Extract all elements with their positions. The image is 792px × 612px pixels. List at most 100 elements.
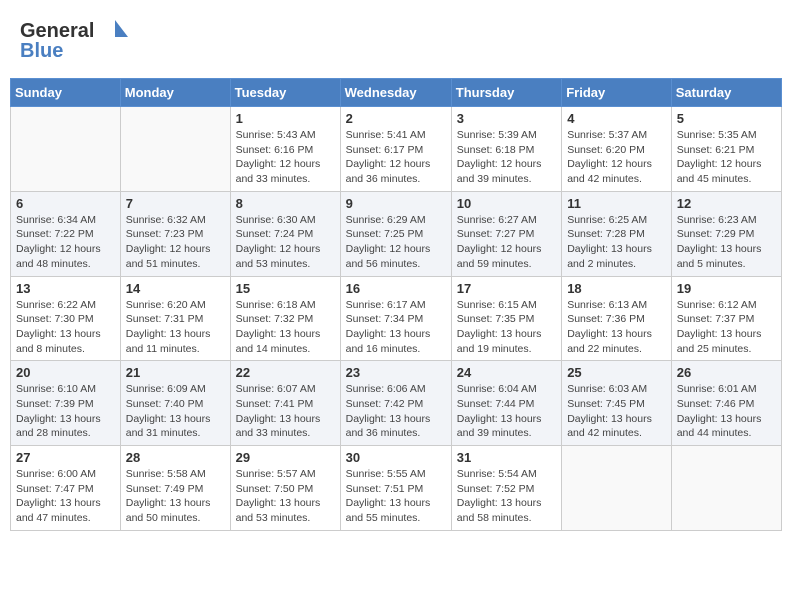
table-row: 7 Sunrise: 6:32 AM Sunset: 7:23 PM Daylig… [120,191,230,276]
day-info: Sunrise: 5:58 AM Sunset: 7:49 PM Dayligh… [126,467,225,526]
table-row: 31 Sunrise: 5:54 AM Sunset: 7:52 PM Dayli… [451,446,561,531]
day-info: Sunrise: 6:25 AM Sunset: 7:28 PM Dayligh… [567,213,666,272]
table-row [562,446,672,531]
day-number: 23 [346,365,446,380]
calendar-table: SundayMondayTuesdayWednesdayThursdayFrid… [10,78,782,531]
svg-text:General: General [20,20,94,42]
day-number: 31 [457,450,556,465]
day-info: Sunrise: 5:55 AM Sunset: 7:51 PM Dayligh… [346,467,446,526]
day-number: 9 [346,196,446,211]
day-number: 27 [16,450,115,465]
day-number: 22 [236,365,335,380]
table-row: 10 Sunrise: 6:27 AM Sunset: 7:27 PM Dayli… [451,191,561,276]
column-header-friday: Friday [562,79,672,107]
day-number: 11 [567,196,666,211]
table-row [11,107,121,192]
table-row: 4 Sunrise: 5:37 AM Sunset: 6:20 PM Daylig… [562,107,672,192]
day-info: Sunrise: 5:41 AM Sunset: 6:17 PM Dayligh… [346,128,446,187]
day-number: 26 [677,365,776,380]
day-number: 25 [567,365,666,380]
table-row: 3 Sunrise: 5:39 AM Sunset: 6:18 PM Daylig… [451,107,561,192]
table-row: 13Sunrise: 6:22 AM Sunset: 7:30 PM Dayli… [11,276,121,361]
day-info: Sunrise: 6:07 AM Sunset: 7:41 PM Dayligh… [236,382,335,441]
day-number: 18 [567,281,666,296]
day-info: Sunrise: 6:23 AM Sunset: 7:29 PM Dayligh… [677,213,776,272]
page-header: General Blue [10,10,782,70]
table-row: 30 Sunrise: 5:55 AM Sunset: 7:51 PM Dayli… [340,446,451,531]
day-info: Sunrise: 6:00 AM Sunset: 7:47 PM Dayligh… [16,467,115,526]
day-number: 5 [677,111,776,126]
day-number: 15 [236,281,335,296]
table-row: 22 Sunrise: 6:07 AM Sunset: 7:41 PM Dayli… [230,361,340,446]
day-number: 14 [126,281,225,296]
day-info: Sunrise: 5:57 AM Sunset: 7:50 PM Dayligh… [236,467,335,526]
day-number: 10 [457,196,556,211]
logo: General Blue [20,15,130,65]
table-row: 27 Sunrise: 6:00 AM Sunset: 7:47 PM Dayli… [11,446,121,531]
table-row: 1Sunrise: 5:43 AM Sunset: 6:16 PM Daylig… [230,107,340,192]
table-row: 25 Sunrise: 6:03 AM Sunset: 7:45 PM Dayli… [562,361,672,446]
day-number: 12 [677,196,776,211]
table-row: 5 Sunrise: 5:35 AM Sunset: 6:21 PM Daylig… [671,107,781,192]
table-row [120,107,230,192]
day-info: Sunrise: 6:03 AM Sunset: 7:45 PM Dayligh… [567,382,666,441]
table-row: 26 Sunrise: 6:01 AM Sunset: 7:46 PM Dayli… [671,361,781,446]
day-info: Sunrise: 6:17 AM Sunset: 7:34 PM Dayligh… [346,298,446,357]
day-number: 3 [457,111,556,126]
table-row: 9 Sunrise: 6:29 AM Sunset: 7:25 PM Daylig… [340,191,451,276]
table-row: 21Sunrise: 6:09 AM Sunset: 7:40 PM Dayli… [120,361,230,446]
day-number: 28 [126,450,225,465]
column-header-saturday: Saturday [671,79,781,107]
table-row: 29 Sunrise: 5:57 AM Sunset: 7:50 PM Dayli… [230,446,340,531]
day-number: 20 [16,365,115,380]
day-number: 30 [346,450,446,465]
table-row [671,446,781,531]
day-info: Sunrise: 6:29 AM Sunset: 7:25 PM Dayligh… [346,213,446,272]
day-info: Sunrise: 6:12 AM Sunset: 7:37 PM Dayligh… [677,298,776,357]
day-info: Sunrise: 6:32 AM Sunset: 7:23 PM Dayligh… [126,213,225,272]
table-row: 12 Sunrise: 6:23 AM Sunset: 7:29 PM Dayli… [671,191,781,276]
column-header-wednesday: Wednesday [340,79,451,107]
table-row: 11 Sunrise: 6:25 AM Sunset: 7:28 PM Dayli… [562,191,672,276]
day-info: Sunrise: 6:13 AM Sunset: 7:36 PM Dayligh… [567,298,666,357]
day-info: Sunrise: 5:35 AM Sunset: 6:21 PM Dayligh… [677,128,776,187]
column-header-sunday: Sunday [11,79,121,107]
table-row: 2 Sunrise: 5:41 AM Sunset: 6:17 PM Daylig… [340,107,451,192]
day-info: Sunrise: 6:10 AM Sunset: 7:39 PM Dayligh… [16,382,115,441]
table-row: 6 Sunrise: 6:34 AM Sunset: 7:22 PM Daylig… [11,191,121,276]
table-row: 28 Sunrise: 5:58 AM Sunset: 7:49 PM Dayli… [120,446,230,531]
column-header-tuesday: Tuesday [230,79,340,107]
day-number: 2 [346,111,446,126]
day-info: Sunrise: 6:34 AM Sunset: 7:22 PM Dayligh… [16,213,115,272]
day-number: 16 [346,281,446,296]
table-row: 8 Sunrise: 6:30 AM Sunset: 7:24 PM Daylig… [230,191,340,276]
day-number: 6 [16,196,115,211]
table-row: 18 Sunrise: 6:13 AM Sunset: 7:36 PM Dayli… [562,276,672,361]
day-number: 19 [677,281,776,296]
day-info: Sunrise: 6:15 AM Sunset: 7:35 PM Dayligh… [457,298,556,357]
logo: General Blue [20,15,130,65]
table-row: 19 Sunrise: 6:12 AM Sunset: 7:37 PM Dayli… [671,276,781,361]
table-row: 24Sunrise: 6:04 AM Sunset: 7:44 PM Dayli… [451,361,561,446]
day-number: 7 [126,196,225,211]
column-header-thursday: Thursday [451,79,561,107]
day-info: Sunrise: 6:30 AM Sunset: 7:24 PM Dayligh… [236,213,335,272]
day-info: Sunrise: 5:37 AM Sunset: 6:20 PM Dayligh… [567,128,666,187]
day-number: 29 [236,450,335,465]
day-info: Sunrise: 5:39 AM Sunset: 6:18 PM Dayligh… [457,128,556,187]
day-info: Sunrise: 6:18 AM Sunset: 7:32 PM Dayligh… [236,298,335,357]
day-info: Sunrise: 6:06 AM Sunset: 7:42 PM Dayligh… [346,382,446,441]
day-info: Sunrise: 5:54 AM Sunset: 7:52 PM Dayligh… [457,467,556,526]
day-info: Sunrise: 6:01 AM Sunset: 7:46 PM Dayligh… [677,382,776,441]
table-row: 17Sunrise: 6:15 AM Sunset: 7:35 PM Dayli… [451,276,561,361]
svg-text:Blue: Blue [20,40,63,62]
day-number: 24 [457,365,556,380]
table-row: 14Sunrise: 6:20 AM Sunset: 7:31 PM Dayli… [120,276,230,361]
day-number: 4 [567,111,666,126]
logo-svg: General Blue [20,15,130,65]
day-number: 8 [236,196,335,211]
table-row: 23 Sunrise: 6:06 AM Sunset: 7:42 PM Dayli… [340,361,451,446]
column-header-monday: Monday [120,79,230,107]
day-number: 13 [16,281,115,296]
day-info: Sunrise: 6:27 AM Sunset: 7:27 PM Dayligh… [457,213,556,272]
